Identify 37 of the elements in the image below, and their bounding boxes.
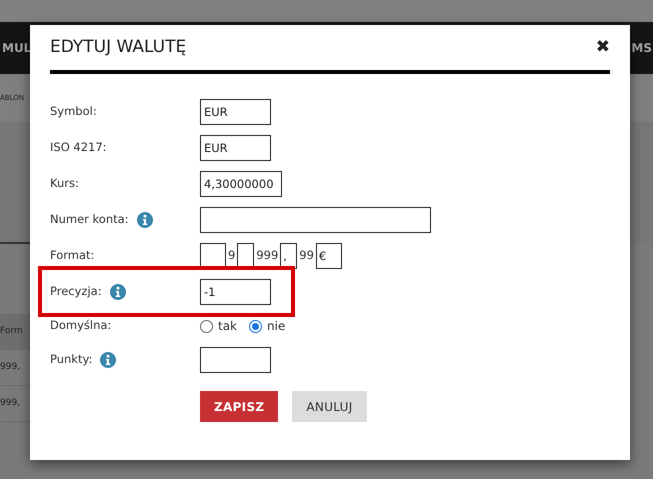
format-digits: 9 [227,247,236,264]
radio-button[interactable] [249,320,262,332]
radio-label: tak [218,318,238,335]
format-digits: 999 [255,247,280,264]
info-icon [100,352,116,368]
cancel-button[interactable]: ANULUJ [292,391,367,422]
format-field[interactable]: € [316,243,342,269]
text-field[interactable]: -1 [200,279,271,305]
format-digits: 99 [298,247,315,264]
radio-label: nie [267,318,286,335]
text-field[interactable]: EUR [200,135,271,161]
radio-button[interactable] [200,320,213,332]
table-header: Form [0,325,23,338]
field-label: Format: [50,247,94,264]
field-label: Precyzja: [50,283,102,300]
field-label: ISO 4217: [50,139,107,156]
field-label: Domyślna: [50,317,112,334]
info-icon [136,212,153,228]
text-field[interactable] [200,207,431,233]
nav-item[interactable]: MUL [2,39,32,57]
close-button[interactable]: ✖ [596,39,610,56]
nav-item[interactable]: MS [631,39,652,57]
field-label: Numer konta: [50,211,129,228]
text-field[interactable]: 4,30000000 [200,171,282,197]
format-field[interactable] [200,243,226,269]
field-label: Punkty: [50,351,92,368]
field-label: Kurs: [50,175,79,192]
dialog-title: EDYTUJ WALUTĘ [50,36,186,59]
text-field[interactable]: EUR [200,99,271,125]
table-cell-text: 999, [0,360,20,374]
format-field[interactable]: , [280,243,298,269]
text-field[interactable] [200,347,271,373]
table-cell-text: 999, [0,396,20,410]
save-button[interactable]: ZAPISZ [200,391,278,422]
format-field[interactable] [237,243,254,269]
info-icon [110,284,126,300]
field-label: Symbol: [50,103,97,120]
